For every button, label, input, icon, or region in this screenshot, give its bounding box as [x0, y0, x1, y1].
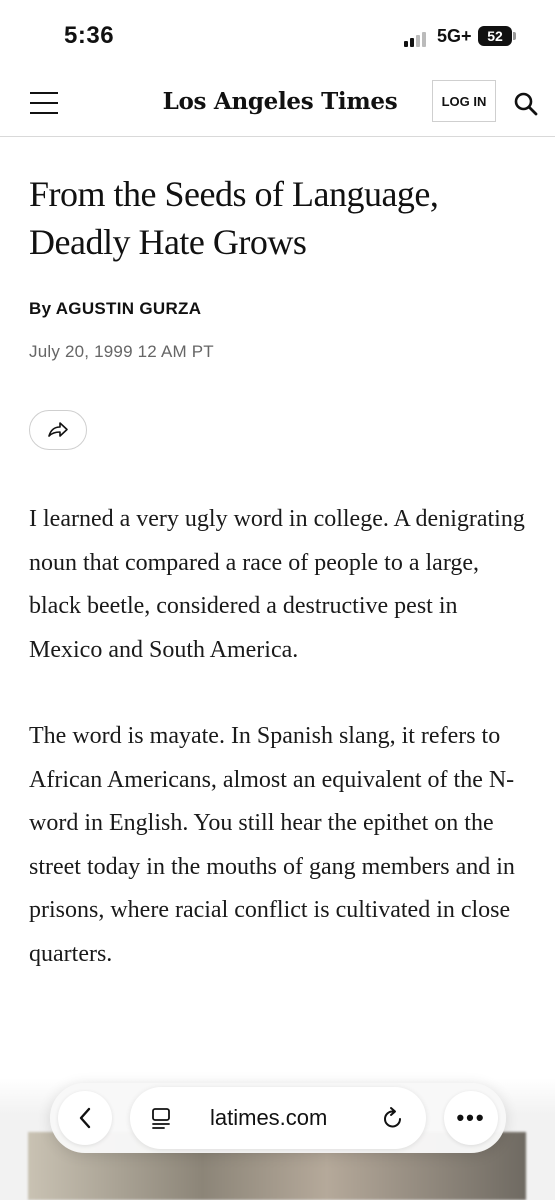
- battery-icon: 52: [478, 26, 512, 46]
- article-date: July 20, 1999 12 AM PT: [29, 342, 214, 361]
- article-byline[interactable]: By AGUSTIN GURZA: [29, 299, 201, 319]
- address-bar[interactable]: latimes.com: [130, 1087, 426, 1149]
- more-options-button[interactable]: •••: [444, 1091, 498, 1145]
- share-arrow-icon: [48, 422, 68, 437]
- network-label: 5G+: [437, 26, 472, 46]
- article-body: I learned a very ugly word in college. A…: [29, 498, 534, 1019]
- site-header: Los Angeles Times LOG IN: [0, 72, 555, 137]
- battery-cap: [513, 32, 516, 40]
- battery-level: 52: [487, 28, 503, 44]
- browser-toolbar: latimes.com •••: [50, 1083, 506, 1153]
- reader-mode-icon[interactable]: [150, 1107, 172, 1129]
- chevron-left-icon: [79, 1107, 91, 1129]
- share-button[interactable]: [29, 410, 87, 450]
- hamburger-menu-icon[interactable]: [30, 92, 58, 114]
- status-bar: 5:36 5G+ 52: [0, 0, 555, 72]
- search-icon[interactable]: [513, 91, 539, 117]
- back-button[interactable]: [58, 1091, 112, 1145]
- login-button[interactable]: LOG IN: [432, 80, 496, 122]
- signal-icon: [404, 31, 428, 47]
- more-dots-icon: •••: [456, 1105, 486, 1130]
- site-logo[interactable]: Los Angeles Times: [150, 84, 410, 120]
- url-text[interactable]: latimes.com: [210, 1105, 327, 1131]
- article-paragraph: The word is mayate. In Spanish slang, it…: [29, 723, 515, 967]
- article-paragraph: I learned a very ugly word in college. A…: [29, 506, 525, 663]
- reload-icon[interactable]: [380, 1105, 406, 1131]
- article-headline: From the Seeds of Language, Deadly Hate …: [29, 174, 439, 262]
- status-time: 5:36: [64, 22, 115, 49]
